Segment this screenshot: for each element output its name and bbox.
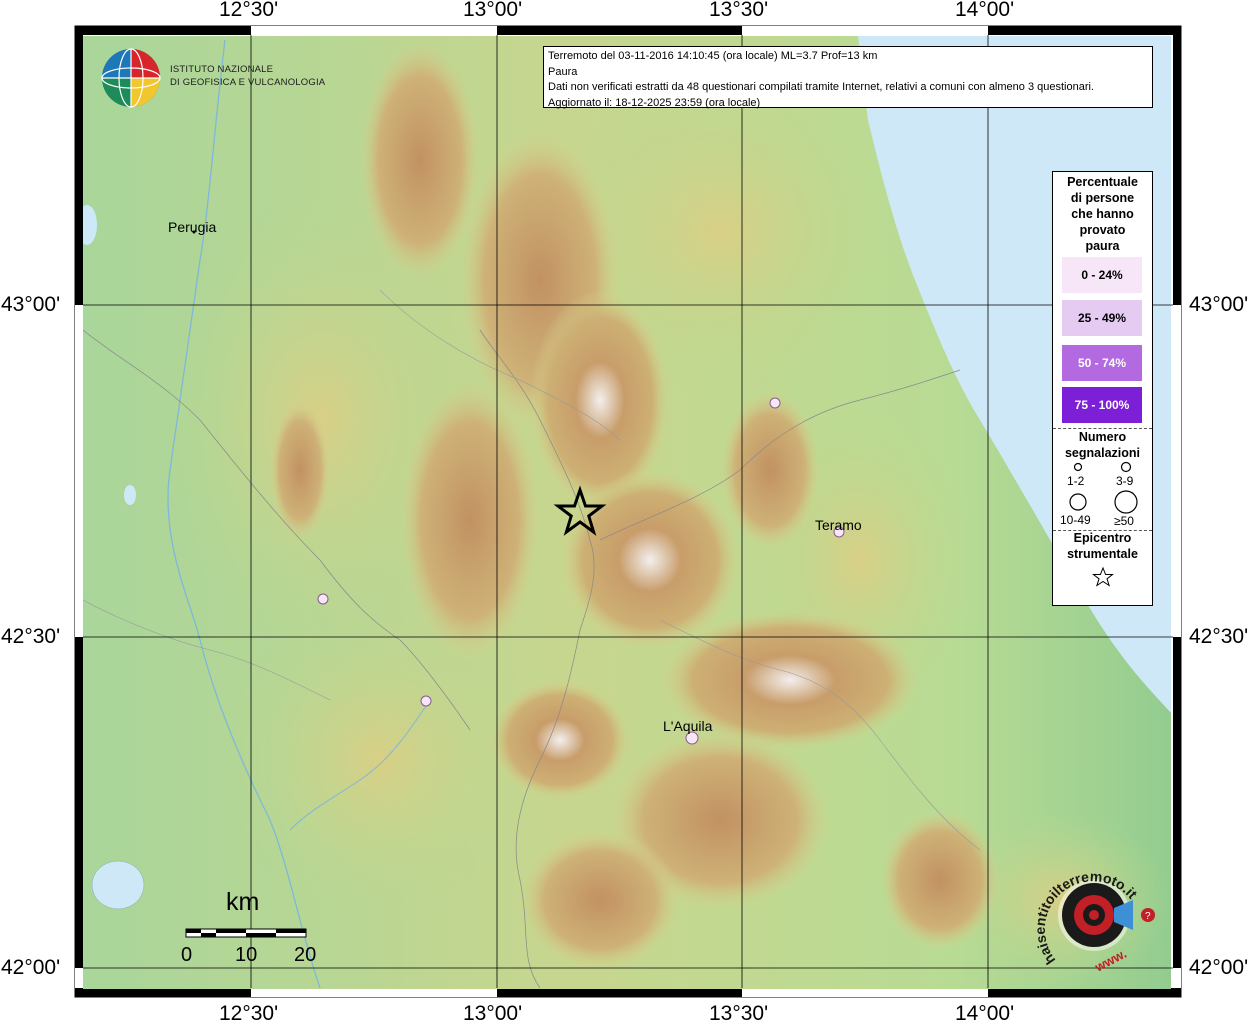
scale-bar-graphic [185, 928, 307, 938]
city-label-laquila: L'Aquila [663, 718, 713, 734]
terrain [83, 36, 1171, 989]
lat-label-right-3: 42°00' [1189, 956, 1249, 979]
logo-line-2: DI GEOFISICA E VULCANOLOGIA [170, 77, 326, 88]
logo-line-1: ISTITUTO NAZIONALE [170, 64, 274, 75]
legend-panel: Percentuale di persone che hanno provato… [1052, 171, 1153, 606]
scale-tick-20: 20 [294, 944, 317, 966]
marker-locality [769, 397, 781, 409]
lon-label-bottom-2: 13°00' [463, 1002, 523, 1025]
legend-count-title-line: Numero [1078, 430, 1127, 444]
legend-class-label: 50 - 74% [1077, 356, 1127, 370]
scale-unit: km [226, 888, 260, 916]
event-info-box: Terremoto del 03-11-2016 14:10:45 (ora l… [543, 46, 1153, 109]
legend-count-2: 3-9 [1116, 474, 1134, 488]
lake-bolsena [91, 860, 145, 910]
legend-class-0: 0 - 24% [1062, 257, 1142, 293]
legend-class-label: 25 - 49% [1077, 311, 1127, 325]
lon-label-bottom-1: 12°30' [219, 1002, 279, 1025]
legend-epicenter-line: strumentale [1067, 547, 1138, 561]
legend-class-2: 50 - 74% [1062, 345, 1142, 381]
legend-title-line: Percentuale [1067, 175, 1138, 189]
lon-label-top-3: 13°30' [709, 0, 769, 21]
legend-class-label: 0 - 24% [1081, 268, 1123, 282]
event-data-note: Dati non verificati estratti da 48 quest… [548, 81, 1094, 93]
ingv-logo-text: ISTITUTO NAZIONALE DI GEOFISICA E VULCAN… [170, 63, 325, 89]
event-updated: Aggiornato il: 18-12-2025 23:59 (ora loc… [548, 96, 761, 109]
lon-label-top-2: 13°00' [463, 0, 523, 21]
lat-label-left-3: 42°00' [1, 956, 61, 979]
legend-title-line: di persone [1070, 191, 1135, 205]
lon-label-bottom-3: 13°30' [709, 1002, 769, 1025]
legend-class-label: 75 - 100% [1074, 398, 1130, 412]
lake-piediluco [124, 485, 136, 505]
haisentito-logo: ? haisentitoilterremoto.it www. [1032, 868, 1155, 975]
legend-epicenter-title: Epicentro strumentale [1053, 530, 1152, 562]
event-title: Terremoto del 03-11-2016 14:10:45 (ora l… [548, 50, 878, 62]
legend-count-1: 1-2 [1067, 474, 1085, 488]
lat-label-right-1: 43°00' [1189, 293, 1249, 316]
lon-label-top-1: 12°30' [219, 0, 279, 21]
lon-label-top-4: 14°00' [955, 0, 1015, 21]
city-label-teramo: Teramo [815, 517, 862, 533]
scale-tick-10: 10 [235, 944, 258, 966]
marker-locality [317, 593, 329, 605]
lat-label-left-1: 43°00' [1, 293, 61, 316]
legend-star-icon [1092, 566, 1114, 587]
lat-label-left-2: 42°30' [1, 625, 61, 648]
svg-text:?: ? [1145, 911, 1151, 922]
legend-epicenter-line: Epicentro [1073, 531, 1132, 545]
legend-title-line: paura [1085, 239, 1120, 253]
lon-label-bottom-4: 14°00' [955, 1002, 1015, 1025]
legend-title: Percentuale di persone che hanno provato… [1053, 174, 1152, 254]
legend-count-4: ≥50 [1114, 514, 1134, 528]
lat-label-right-2: 42°30' [1189, 625, 1249, 648]
event-parameter: Paura [548, 65, 578, 78]
legend-count-3: 10-49 [1060, 513, 1091, 527]
marker-locality [420, 695, 432, 707]
scale-bar: km 0 10 20 [180, 888, 330, 970]
scale-tick-0: 0 [181, 944, 193, 966]
city-label-perugia: Perugia [168, 219, 217, 235]
legend-title-line: provato [1079, 223, 1126, 237]
legend-class-3: 75 - 100% [1062, 387, 1142, 423]
legend-title-line: che hanno [1071, 207, 1134, 221]
legend-class-1: 25 - 49% [1062, 300, 1142, 336]
